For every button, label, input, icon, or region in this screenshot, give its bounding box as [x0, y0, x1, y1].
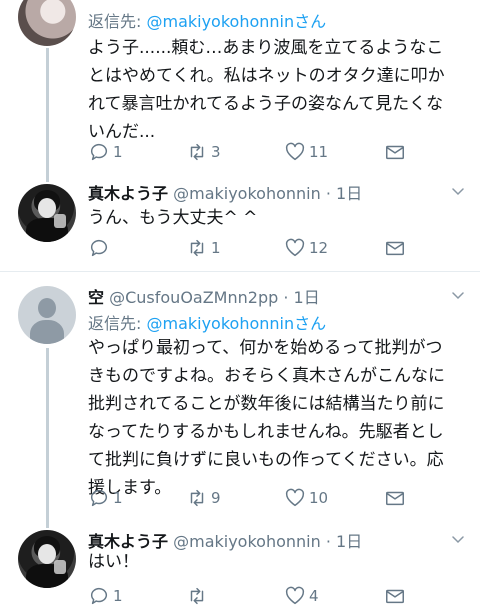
body-line: うん、もう大丈夫^ ^ [88, 208, 258, 228]
reply-count: 1 [113, 489, 123, 507]
timestamp[interactable]: · 1日 [278, 288, 319, 307]
heart-outline-icon [285, 142, 305, 161]
thread-line [46, 348, 49, 518]
body-line: て批判に負けずに良いもの作ってください。応 [88, 450, 444, 470]
speech-bubble-icon [90, 143, 107, 161]
thread-line [46, 518, 49, 528]
heart-outline-icon [285, 488, 305, 507]
retweet-count: 1 [211, 239, 221, 257]
tweet-header: 真木よう子 @makiyokohonnin · 1日 [88, 180, 362, 204]
body-line: よう子......頼む…あまり波風を立てるようなこ [88, 38, 444, 58]
tweet-body: うん、もう大丈夫^ ^ [88, 204, 468, 232]
avatar[interactable] [18, 184, 76, 242]
body-line: とはやめてくれ。私はネットのオタク達に叩か [88, 66, 445, 86]
reply-button[interactable]: 1 [88, 486, 123, 510]
display-name[interactable]: 空 [88, 288, 104, 307]
like-count: 11 [309, 143, 329, 161]
tweet-4[interactable]: 真木よう子 @makiyokohonnin · 1日 はい！ 1 4 [0, 518, 480, 608]
body-line: きものですよね。おそらく真木さんがこんなに [88, 366, 445, 386]
retweet-button[interactable]: 1 [186, 236, 221, 260]
tweet-body: やっぱり最初って、何かを始めるって批判がつ きものですよね。おそらく真木さんがこ… [88, 334, 468, 502]
body-line: やっぱり最初って、何かを始めるって批判がつ [88, 338, 443, 358]
tweet-actions: 1 9 10 [88, 486, 418, 510]
avatar[interactable] [18, 0, 76, 46]
like-count: 12 [309, 239, 329, 257]
speech-bubble-icon [90, 489, 107, 507]
tweet-actions: 1 3 11 [88, 140, 418, 164]
like-count: 4 [309, 587, 319, 605]
body-line: れて暴言吐かれてるよう子の姿なんて見たくな [88, 94, 444, 114]
reply-to-suffix[interactable]: さん [294, 314, 326, 333]
speech-bubble-icon [90, 587, 107, 605]
retweet-arrows-icon [190, 587, 204, 605]
thread-line [46, 170, 49, 182]
retweet-button[interactable]: 3 [186, 140, 221, 164]
body-line: なってたりするかもしれませんね。先駆者とし [88, 422, 444, 442]
tweet-body: よう子......頼む…あまり波風を立てるようなこ とはやめてくれ。私はネットの… [88, 34, 468, 146]
tweet-2[interactable]: 真木よう子 @makiyokohonnin · 1日 うん、もう大丈夫^ ^ 1… [0, 170, 480, 270]
reply-to-suffix[interactable]: さん [294, 12, 326, 31]
reply-count: 1 [113, 587, 123, 605]
retweet-button[interactable] [186, 584, 211, 608]
tweet-1[interactable]: 返信先: @makiyokohonninさん よう子......頼む…あまり波風… [0, 0, 480, 170]
tweet-actions: 1 4 [88, 584, 418, 608]
envelope-icon [386, 145, 404, 160]
reply-button[interactable]: 1 [88, 140, 123, 164]
reply-to: 返信先: @makiyokohonninさん [88, 8, 326, 32]
reply-to-handle-link[interactable]: @makiyokohonnin [146, 314, 294, 333]
like-count: 10 [309, 489, 329, 507]
reply-count: 1 [113, 143, 123, 161]
tweet-header: 空 @CusfouOaZMnn2pp · 1日 [88, 284, 320, 308]
reply-to-label: 返信先: [88, 314, 147, 333]
avatar[interactable] [18, 530, 76, 588]
direct-message-button[interactable] [384, 486, 409, 510]
like-button[interactable]: 12 [284, 236, 328, 260]
direct-message-button[interactable] [384, 140, 409, 164]
reply-to: 返信先: @makiyokohonninさん [88, 310, 326, 334]
reply-to-label: 返信先: [88, 12, 147, 31]
chevron-down-icon[interactable] [452, 186, 464, 198]
reply-button[interactable]: 1 [88, 584, 123, 608]
reply-to-handle-link[interactable]: @makiyokohonnin [146, 12, 294, 31]
envelope-icon [386, 589, 404, 604]
like-button[interactable]: 4 [284, 584, 319, 608]
tweet-body: はい！ [88, 548, 468, 576]
user-handle[interactable]: @makiyokohonnin [173, 184, 321, 203]
envelope-icon [386, 241, 404, 256]
retweet-button[interactable]: 9 [186, 486, 221, 510]
tweet-actions: 1 12 [88, 236, 418, 260]
direct-message-button[interactable] [384, 236, 409, 260]
chevron-down-icon[interactable] [452, 534, 464, 546]
heart-outline-icon [285, 586, 305, 605]
like-button[interactable]: 10 [284, 486, 328, 510]
retweet-arrows-icon [190, 489, 204, 507]
retweet-count: 3 [211, 143, 221, 161]
retweet-arrows-icon [190, 143, 204, 161]
avatar[interactable] [18, 286, 76, 344]
tweet-3[interactable]: 空 @CusfouOaZMnn2pp · 1日 返信先: @makiyokoho… [0, 272, 480, 518]
speech-bubble-icon [90, 239, 107, 257]
like-button[interactable]: 11 [284, 140, 328, 164]
body-line: はい！ [88, 552, 139, 572]
display-name[interactable]: 真木よう子 [88, 184, 168, 203]
body-line: 批判されてることが数年後には結構当たり前に [88, 394, 445, 414]
chevron-down-icon[interactable] [452, 290, 464, 302]
direct-message-button[interactable] [384, 584, 409, 608]
retweet-count: 9 [211, 489, 221, 507]
heart-outline-icon [285, 238, 305, 257]
envelope-icon [386, 491, 404, 506]
thread-line [46, 48, 49, 170]
reply-button[interactable] [88, 236, 113, 260]
timestamp[interactable]: · 1日 [321, 184, 362, 203]
retweet-arrows-icon [190, 239, 204, 257]
user-handle[interactable]: @CusfouOaZMnn2pp [109, 288, 278, 307]
